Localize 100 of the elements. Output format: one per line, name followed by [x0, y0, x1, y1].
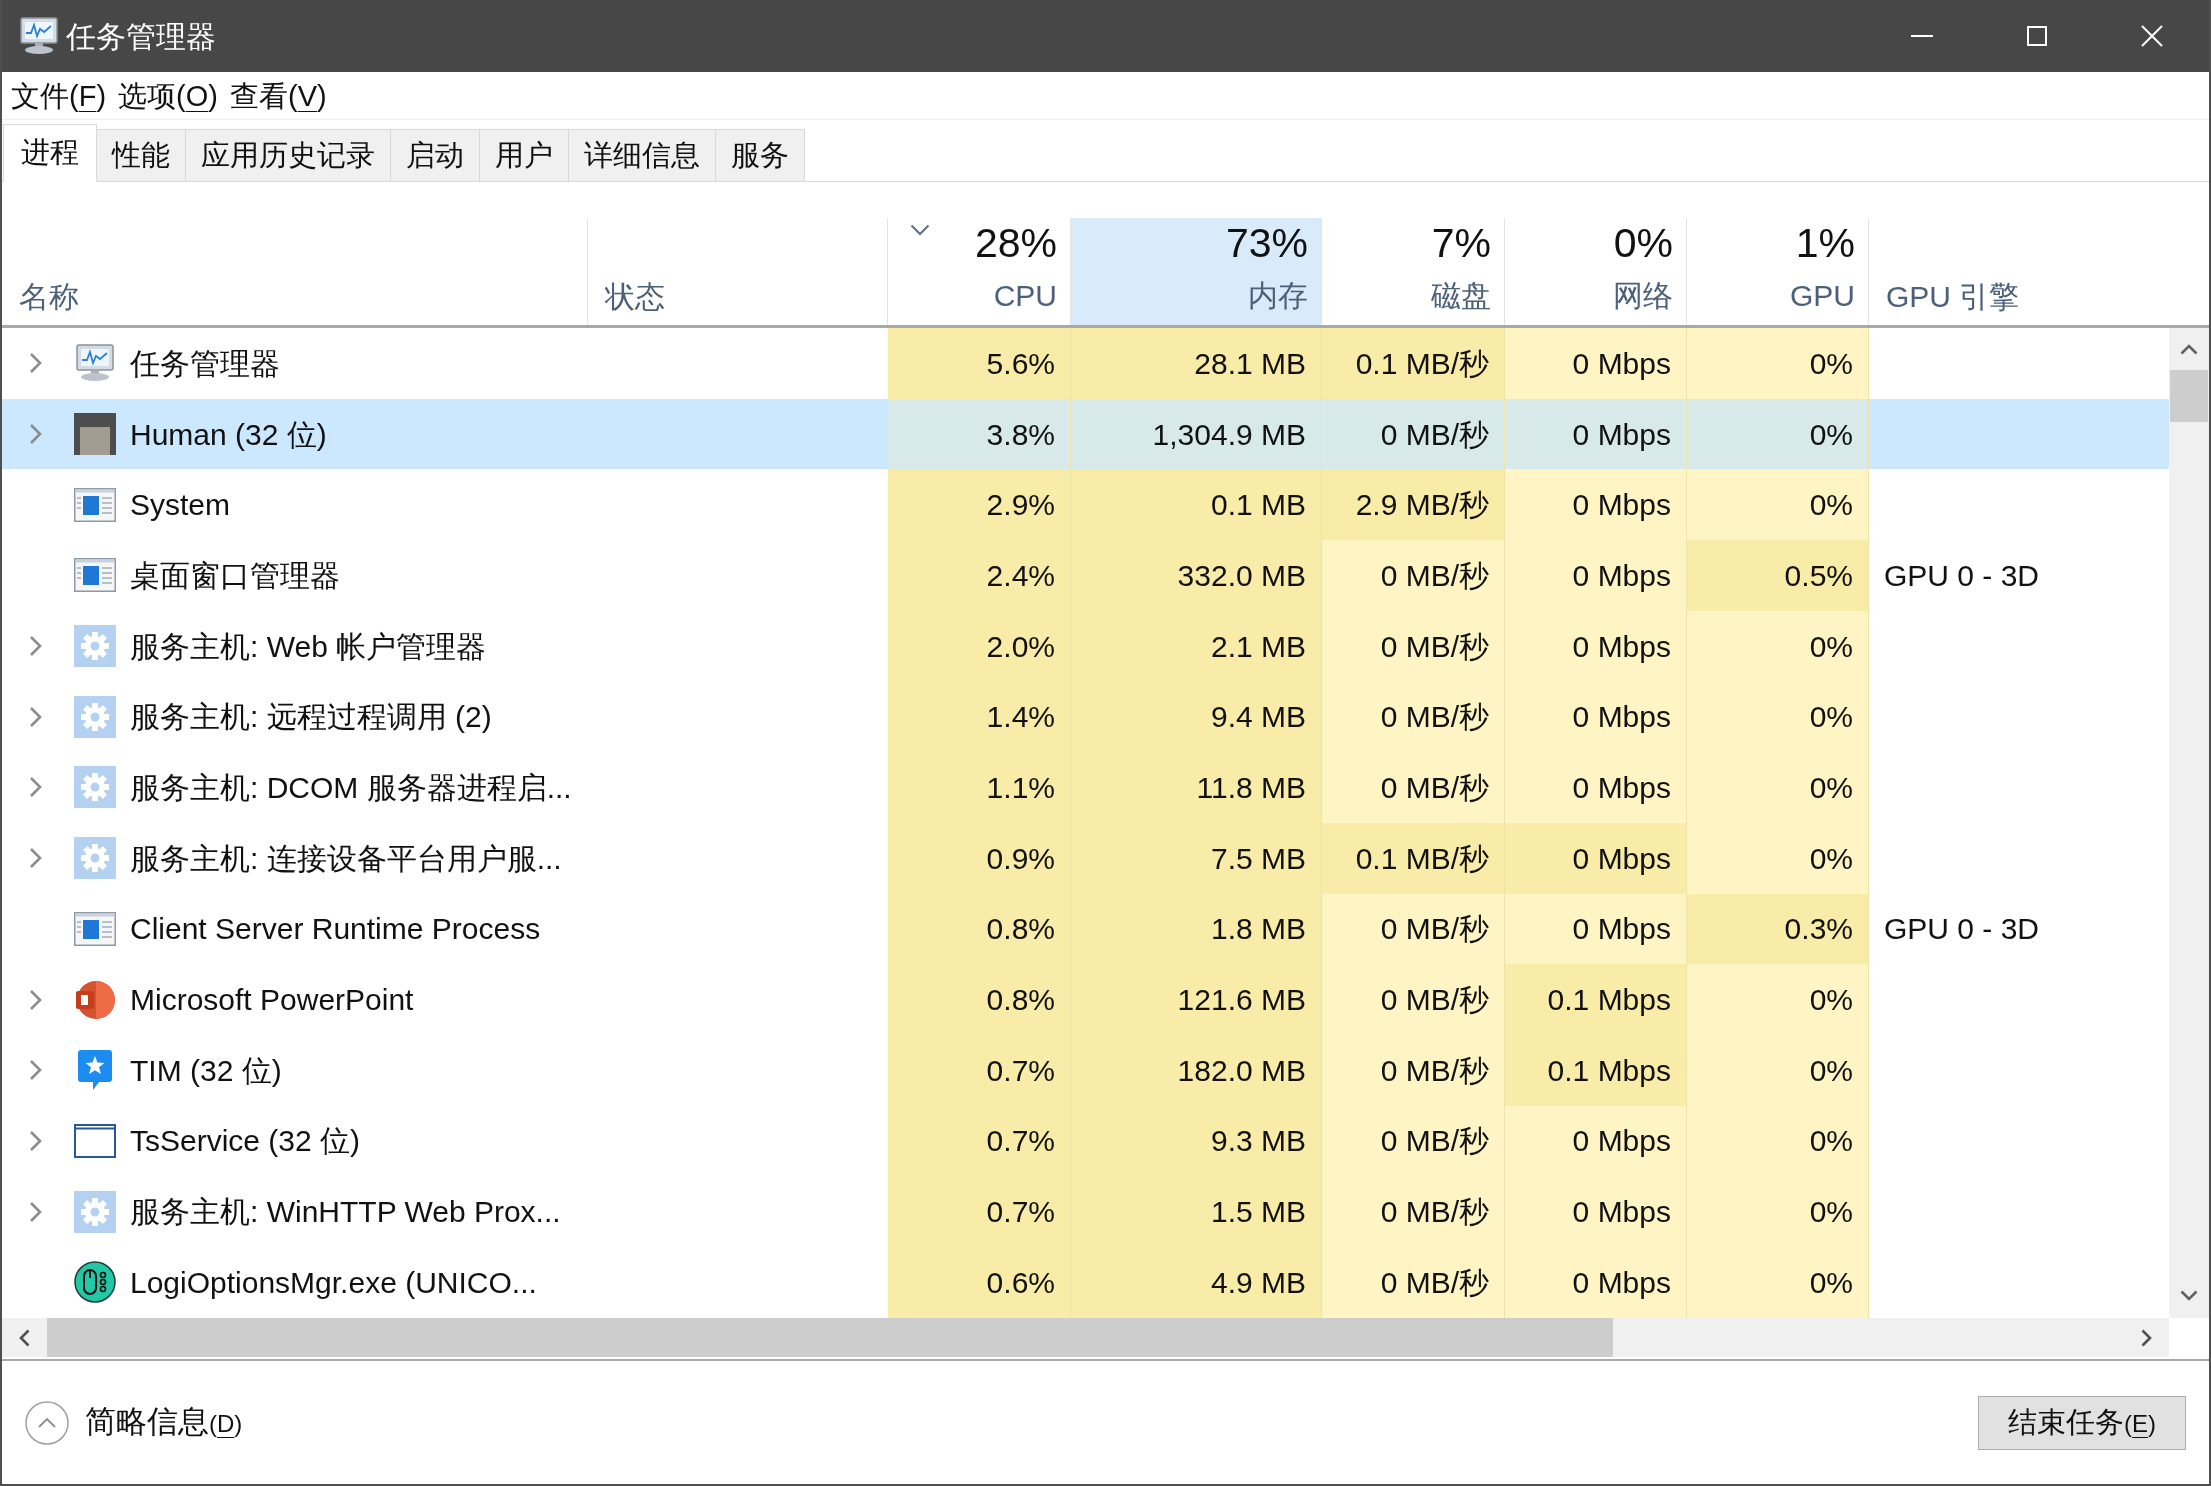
table-cell: 0 MB/秒: [1322, 398, 1505, 470]
monitor-chart-icon: [18, 17, 60, 55]
table-cell: 0 Mbps: [1505, 681, 1687, 753]
fewer-details-button[interactable]: 简略信息(D): [25, 1399, 243, 1446]
table-cell: 0%: [1687, 398, 1869, 470]
menu-item[interactable]: 查看(V): [229, 75, 327, 116]
table-cell: 0 Mbps: [1505, 752, 1687, 823]
vertical-scrollbar[interactable]: [2169, 328, 2209, 1318]
table-cell: 0%: [1687, 681, 1869, 753]
chevron-right-icon: [2141, 1328, 2152, 1347]
table-cell: 0.1 MB/秒: [1322, 822, 1505, 894]
table-cell: 2.9%: [888, 469, 1071, 541]
table-cell: 0 Mbps: [1505, 1105, 1687, 1177]
table-cell: 7.5 MB: [1071, 822, 1322, 894]
table-cell: 0 Mbps: [1505, 1246, 1687, 1318]
gpu-engine-text: GPU 0 - 3D: [1884, 557, 2040, 594]
chevron-up-circle-icon: [25, 1400, 69, 1445]
process-name: LogiOptionsMgr.exe (UNICO...: [130, 1264, 537, 1301]
table-cell: 0%: [1687, 1034, 1869, 1106]
table-cell: 0.1 Mbps: [1505, 1034, 1687, 1106]
process-name: 服务主机: 远程过程调用 (2): [130, 699, 492, 736]
table-cell: 0 Mbps: [1505, 822, 1687, 894]
process-name: System: [130, 487, 231, 524]
process-name: TsService (32 位): [130, 1123, 361, 1160]
tab[interactable]: 服务: [716, 129, 805, 181]
table-cell: 0.1 Mbps: [1505, 964, 1687, 1035]
window-icon: [74, 558, 116, 593]
tab[interactable]: 详细信息: [569, 129, 716, 181]
table-cell: 0 MB/秒: [1322, 893, 1505, 965]
table-cell: 2.9 MB/秒: [1322, 469, 1505, 541]
chevron-down-icon: [2180, 1289, 2198, 1301]
process-name: TIM (32 位): [130, 1052, 282, 1089]
expand-chevron-icon[interactable]: [28, 988, 42, 1011]
process-name: Human (32 位): [130, 416, 327, 453]
table-cell: 0.1 MB: [1071, 469, 1322, 541]
expand-chevron-icon[interactable]: [28, 1059, 42, 1082]
expand-chevron-icon[interactable]: [28, 423, 42, 446]
table-cell: 0.8%: [888, 893, 1071, 965]
expand-chevron-icon[interactable]: [28, 635, 42, 658]
menu-item[interactable]: 文件(F): [11, 75, 107, 116]
expand-chevron-icon[interactable]: [28, 1129, 42, 1152]
process-name: Client Server Runtime Process: [130, 911, 541, 948]
table-cell: 4.9 MB: [1071, 1246, 1322, 1318]
end-task-button[interactable]: 结束任务(E): [1978, 1395, 2186, 1450]
scrollbar-thumb[interactable]: [2170, 370, 2208, 422]
expand-chevron-icon[interactable]: [28, 705, 42, 728]
table-cell: 0.7%: [888, 1105, 1071, 1177]
minimize-icon: [1910, 35, 1933, 37]
process-row[interactable]: Human (32 位) 3.8% 1,304.9 MB 0 MB/秒 0 Mbps 0%: [2, 398, 2169, 470]
horizontal-scrollbar[interactable]: [2, 1318, 2169, 1357]
table-cell: 0 Mbps: [1505, 1176, 1687, 1247]
table-cell: 2.4%: [888, 540, 1071, 611]
expand-chevron-icon[interactable]: [28, 1200, 42, 1223]
window-title: 任务管理器: [66, 18, 216, 55]
table-cell: 121.6 MB: [1071, 964, 1322, 1035]
table-cell: 9.3 MB: [1071, 1105, 1322, 1177]
table-cell: 1,304.9 MB: [1071, 398, 1322, 470]
table-cell: 0%: [1687, 1105, 1869, 1177]
table-cell: 2.1 MB: [1071, 610, 1322, 682]
gpu-engine-text: GPU 0 - 3D: [1884, 911, 2040, 948]
tab[interactable]: 用户: [480, 129, 569, 181]
expand-chevron-icon[interactable]: [28, 352, 42, 375]
tab[interactable]: 进程: [3, 124, 97, 182]
table-cell: 0.7%: [888, 1176, 1071, 1247]
table-cell: 0.1 MB/秒: [1322, 328, 1505, 399]
table-cell: 0 MB/秒: [1322, 681, 1505, 753]
table-cell: 1.1%: [888, 752, 1071, 823]
column-header[interactable]: 73% 内存: [1071, 218, 1322, 325]
table-cell: 182.0 MB: [1071, 1034, 1322, 1106]
gear-icon: [74, 766, 116, 809]
table-cell: 0 Mbps: [1505, 893, 1687, 965]
chevron-up-icon: [2180, 343, 2198, 355]
tab[interactable]: 启动: [391, 129, 480, 181]
table-cell: 0.6%: [888, 1246, 1071, 1318]
tab[interactable]: 应用历史记录: [186, 129, 391, 181]
table-cell: 5.6%: [888, 328, 1071, 399]
expand-chevron-icon[interactable]: [28, 776, 42, 799]
close-icon: [2140, 25, 2163, 47]
table-cell: 0%: [1687, 1246, 1869, 1318]
table-cell: 0%: [1687, 328, 1869, 399]
table-cell: 3.8%: [888, 398, 1071, 470]
table-cell: 0%: [1687, 822, 1869, 894]
table-cell: 0 MB/秒: [1322, 1105, 1505, 1177]
table-cell: 0 MB/秒: [1322, 610, 1505, 682]
table-cell: 0 Mbps: [1505, 469, 1687, 541]
table-cell: 0 Mbps: [1505, 328, 1687, 399]
tab[interactable]: 性能: [97, 129, 186, 181]
table-cell: 28.1 MB: [1071, 328, 1322, 399]
process-name: Microsoft PowerPoint: [130, 982, 414, 1019]
mouse-circle-icon: [74, 1261, 116, 1304]
menu-item[interactable]: 选项(O): [118, 75, 218, 116]
expand-chevron-icon[interactable]: [28, 847, 42, 870]
gear-icon: [74, 1190, 116, 1233]
scrollbar-thumb[interactable]: [47, 1318, 1613, 1357]
table-cell: 11.8 MB: [1071, 752, 1322, 823]
table-cell: 0.8%: [888, 964, 1071, 1035]
gear-icon: [74, 625, 116, 668]
process-name: 任务管理器: [130, 345, 280, 382]
table-cell: 332.0 MB: [1071, 540, 1322, 611]
table-cell: 9.4 MB: [1071, 681, 1322, 753]
